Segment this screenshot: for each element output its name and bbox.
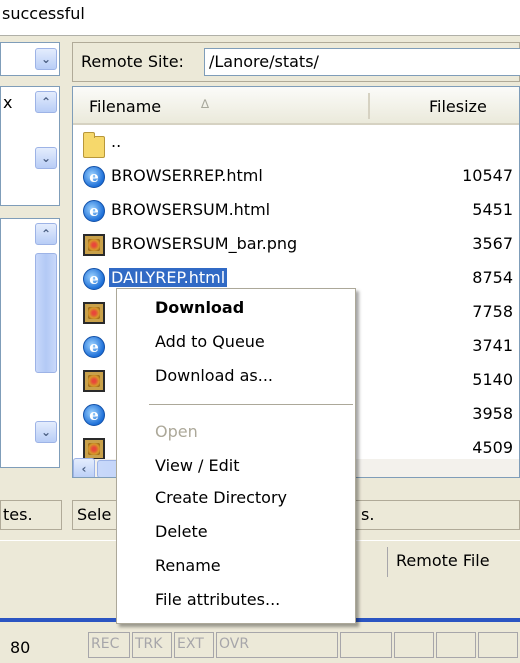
png-image-icon [83, 370, 105, 392]
menu-item-download[interactable]: Download [117, 295, 355, 323]
file-size: 5451 [472, 200, 513, 219]
tree-label: x [3, 93, 13, 112]
status-cell [340, 632, 392, 658]
ie-html-icon: e [83, 200, 105, 222]
file-size: 3741 [472, 336, 513, 355]
menu-item-rename[interactable]: Rename [117, 553, 355, 581]
remote-site-bar: Remote Site: /Lanore/stats/ [72, 42, 520, 82]
column-header-filesize[interactable]: Filesize [429, 97, 487, 116]
file-name: BROWSERSUM.html [111, 200, 271, 219]
remote-site-path-input[interactable]: /Lanore/stats/ [204, 48, 520, 76]
column-divider[interactable] [368, 93, 370, 119]
local-status-text: tes. [3, 505, 33, 524]
message-log: successful [0, 0, 520, 36]
file-row[interactable]: e BROWSERREP.html 10547 [73, 163, 519, 191]
menu-item-file-attributes[interactable]: File attributes... [117, 587, 355, 615]
tab-remote-files[interactable]: Remote File [396, 551, 490, 570]
menu-item-open: Open [155, 422, 198, 441]
ie-html-icon: e [83, 268, 105, 290]
scroll-down-icon[interactable]: ⌄ [35, 147, 57, 169]
scroll-up-icon[interactable]: ⌃ [35, 91, 57, 113]
list-header: Filename ∆ Filesize [73, 87, 519, 125]
column-header-filename[interactable]: Filename [89, 97, 161, 116]
file-size: 3567 [472, 234, 513, 253]
menu-item-add-to-queue[interactable]: Add to Queue [117, 329, 355, 357]
menu-item-download-as[interactable]: Download as... [117, 363, 355, 391]
local-status-pane: tes. [0, 500, 62, 530]
png-image-icon [83, 302, 105, 324]
file-row[interactable]: BROWSERSUM_bar.png 3567 [73, 231, 519, 259]
remote-status-text: Sele [77, 505, 112, 524]
file-row[interactable]: e BROWSERSUM.html 5451 [73, 197, 519, 225]
folder-icon [83, 132, 105, 158]
local-file-list[interactable]: ⌃ ⌄ [0, 218, 60, 468]
status-cell [436, 632, 476, 658]
chevron-down-icon[interactable]: ⌄ [35, 48, 57, 70]
menu-item-view-edit[interactable]: View / Edit [117, 453, 355, 481]
menu-item-create-directory[interactable]: Create Directory [117, 485, 355, 513]
status-cell [394, 632, 434, 658]
file-name: BROWSERREP.html [111, 166, 263, 185]
file-size: 7758 [472, 302, 513, 321]
status-indicator-ovr: OVR [216, 632, 338, 658]
png-image-icon [83, 438, 105, 460]
local-tree[interactable]: x ⌃ ⌄ [0, 86, 60, 206]
status-indicator-ext: EXT [174, 632, 214, 658]
file-name: .. [111, 132, 122, 151]
status-indicator-trk: TRK [132, 632, 172, 658]
file-size: 3958 [472, 404, 513, 423]
remote-status-tail: s. [361, 505, 375, 524]
file-size: 10547 [462, 166, 513, 185]
status-cell [478, 632, 518, 658]
sort-ascending-icon: ∆ [201, 97, 210, 111]
file-row[interactable]: .. [73, 129, 519, 158]
local-pane: ⌄ x ⌃ ⌄ ⌃ ⌄ [0, 42, 60, 532]
file-size: 4509 [472, 438, 513, 457]
remote-site-label: Remote Site: [81, 52, 184, 71]
scroll-thumb[interactable] [35, 253, 57, 373]
scroll-up-icon[interactable]: ⌃ [35, 223, 57, 245]
file-size: 8754 [472, 268, 513, 287]
png-image-icon [83, 234, 105, 256]
file-name: BROWSERSUM_bar.png [111, 234, 298, 253]
scroll-left-icon[interactable]: ‹ [73, 458, 95, 477]
menu-separator [149, 404, 353, 405]
status-value: 80 [10, 638, 31, 657]
ie-html-icon: e [83, 166, 105, 188]
status-bar: 80 REC TRK EXT OVR [0, 624, 520, 663]
ie-html-icon: e [83, 336, 105, 358]
log-line: successful [2, 4, 85, 23]
file-name: DAILYREP.html [109, 268, 228, 287]
context-menu: Download Add to Queue Download as... Open Vi… [116, 288, 356, 624]
status-indicator-rec: REC [88, 632, 130, 658]
file-size: 5140 [472, 370, 513, 389]
ie-html-icon: e [83, 404, 105, 426]
tab-divider [387, 547, 388, 577]
menu-item-delete[interactable]: Delete [117, 519, 355, 547]
local-site-combo[interactable]: ⌄ [0, 42, 60, 76]
scroll-down-icon[interactable]: ⌄ [35, 421, 57, 443]
